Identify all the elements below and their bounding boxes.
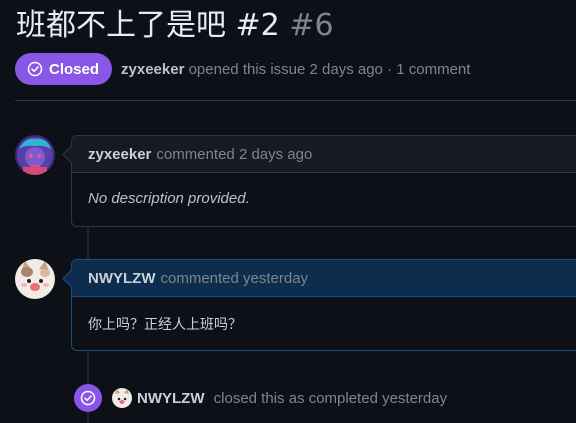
- event-badge: [74, 384, 102, 412]
- avatar[interactable]: [15, 135, 55, 175]
- issue-status-row: Closed zyxeeker opened this issue 2 days…: [15, 53, 470, 85]
- issue-meta-text: opened this issue 2 days ago · 1 comment: [188, 60, 471, 78]
- event-description: closed this as completed yesterday: [213, 389, 448, 407]
- issue-author-link[interactable]: zyxeeker: [121, 61, 184, 78]
- issue-page: 班都不上了是吧 #2 #6 Closed zyxeeker opened thi…: [0, 0, 576, 423]
- status-label: Closed: [49, 60, 100, 78]
- comment-body: No description provided.: [88, 190, 250, 207]
- avatar[interactable]: [15, 259, 55, 299]
- check-circle-icon: [80, 390, 96, 406]
- issue-number: #6: [289, 8, 334, 43]
- cat-avatar-icon: [15, 259, 55, 299]
- closed-check-icon: [27, 61, 43, 77]
- comment-header: zyxeeker commented 2 days ago: [72, 136, 576, 173]
- issue-title: 班都不上了是吧 #2: [16, 8, 280, 43]
- status-badge: Closed: [15, 53, 113, 85]
- comment-body: 你上吗？正经人上班吗？: [88, 317, 242, 333]
- cat-avatar-icon: [112, 388, 132, 408]
- event-author-link[interactable]: NWYLZW: [137, 390, 204, 407]
- comment-header: NWYLZW commented yesterday: [72, 260, 576, 297]
- event-avatar[interactable]: [112, 388, 132, 408]
- comment-author-link[interactable]: NWYLZW: [88, 270, 155, 287]
- comment-card: NWYLZW commented yesterday 你上吗？正经人上班吗？: [62, 259, 576, 351]
- header-divider: [15, 100, 576, 101]
- page-title: 班都不上了是吧 #2 #6: [16, 4, 334, 48]
- event-text: NWYLZW closed this as completed yesterda…: [137, 390, 447, 407]
- comment-timestamp[interactable]: commented yesterday: [160, 270, 308, 287]
- issue-meta: zyxeeker opened this issue 2 days ago · …: [121, 61, 470, 78]
- comment-author-link[interactable]: zyxeeker: [88, 146, 151, 163]
- comment-timestamp[interactable]: commented 2 days ago: [156, 146, 312, 163]
- purple-cartoon-avatar-icon: [15, 135, 55, 175]
- timeline-event-closed: NWYLZW closed this as completed yesterda…: [74, 383, 447, 413]
- comment-card: zyxeeker commented 2 days ago No descrip…: [62, 135, 576, 227]
